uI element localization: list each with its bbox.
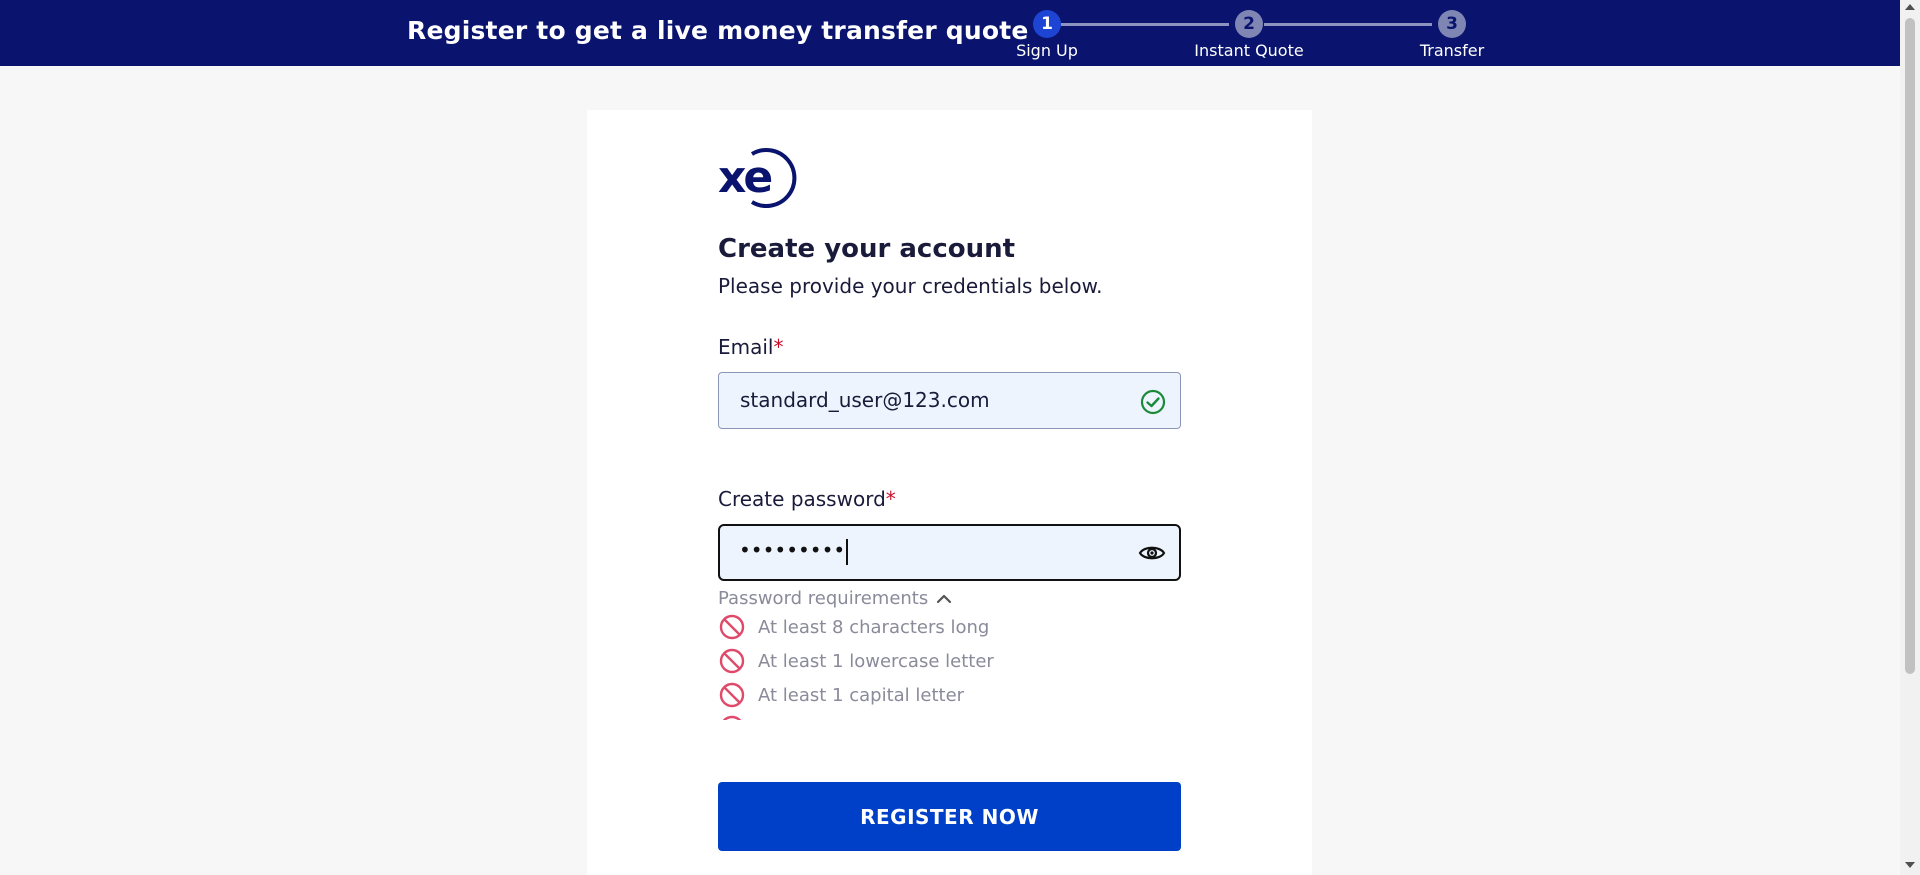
password-value: ••••••••• xyxy=(739,538,849,565)
scrollbar-thumb[interactable] xyxy=(1905,18,1915,674)
step-2-indicator: 2 xyxy=(1235,10,1263,38)
step-connector xyxy=(1061,23,1229,26)
email-value: standard_user@123.com xyxy=(740,388,990,412)
page-title: Create your account xyxy=(718,234,1016,264)
password-requirements-toggle[interactable]: Password requirements xyxy=(718,588,952,609)
email-label-text: Email xyxy=(718,335,774,359)
requirement-item-partial xyxy=(718,713,746,720)
step-connector xyxy=(1264,23,1432,26)
password-dots: ••••••••• xyxy=(739,538,846,562)
email-field[interactable]: standard_user@123.com xyxy=(718,372,1181,429)
not-allowed-icon xyxy=(722,715,742,720)
text-caret xyxy=(846,538,849,565)
step-1-label: Sign Up xyxy=(1016,41,1078,60)
requirement-text: At least 1 capital letter xyxy=(758,684,965,706)
eye-icon[interactable] xyxy=(1138,542,1166,564)
requirements-toggle-label: Password requirements xyxy=(718,588,929,609)
registration-card xyxy=(587,110,1312,875)
step-1-indicator: 1 xyxy=(1033,10,1061,38)
check-circle-icon xyxy=(1140,389,1166,415)
progress-stepper: 1 Sign Up 2 Instant Quote 3 Transfer xyxy=(0,0,1900,66)
xe-logo: xe xyxy=(718,148,797,208)
page-subtitle: Please provide your credentials below. xyxy=(718,274,1103,298)
requirement-item: At least 1 lowercase letter xyxy=(718,646,994,676)
not-allowed-icon xyxy=(719,648,745,674)
required-mark: * xyxy=(773,335,784,359)
password-field[interactable]: ••••••••• xyxy=(718,524,1181,581)
not-allowed-icon xyxy=(719,614,745,640)
step-3-indicator: 3 xyxy=(1438,10,1466,38)
svg-text:xe: xe xyxy=(718,152,771,203)
password-label: Create password* xyxy=(718,487,896,511)
page-scrollbar[interactable] xyxy=(1900,0,1920,875)
email-label: Email* xyxy=(718,335,784,359)
scroll-down-arrow-icon[interactable] xyxy=(1905,862,1915,868)
password-requirements-list: At least 8 characters long At least 1 lo… xyxy=(718,612,1181,720)
step-2-label: Instant Quote xyxy=(1194,41,1304,60)
requirement-text: At least 8 characters long xyxy=(758,616,990,638)
register-now-button[interactable]: REGISTER NOW xyxy=(718,782,1181,851)
required-mark: * xyxy=(885,487,896,511)
not-allowed-icon xyxy=(719,682,745,708)
password-label-text: Create password xyxy=(718,487,886,511)
requirement-item: At least 1 capital letter xyxy=(718,680,964,710)
scroll-up-arrow-icon[interactable] xyxy=(1905,4,1915,10)
requirement-item: At least 8 characters long xyxy=(718,612,989,642)
requirement-text: At least 1 lowercase letter xyxy=(758,650,994,672)
chevron-up-icon xyxy=(937,594,952,603)
step-3-label: Transfer xyxy=(1419,41,1485,60)
